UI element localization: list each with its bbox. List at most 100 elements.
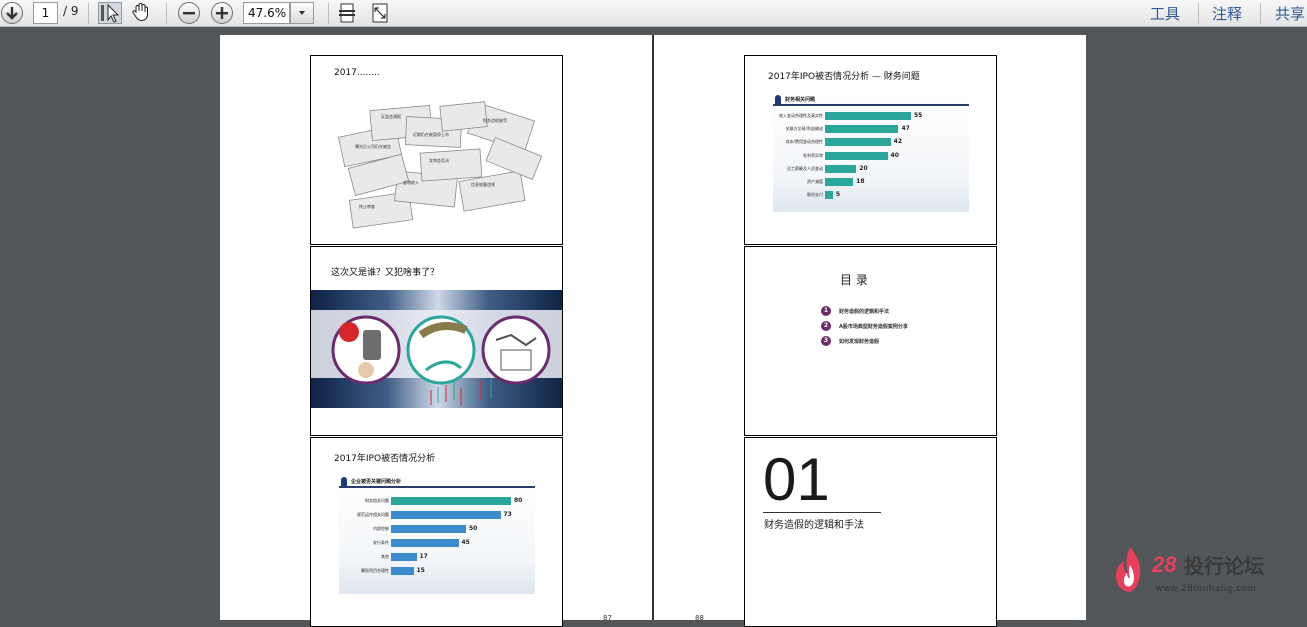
toc-item: A股市场典型财务造假案例分享 <box>839 324 908 330</box>
bar <box>825 112 911 120</box>
chart-title: 企业被否关键问题分析 <box>351 479 402 485</box>
zoom-input[interactable]: 47.6% <box>243 2 290 24</box>
toolbar-divider <box>328 3 329 24</box>
bar-value-label: 42 <box>893 138 903 146</box>
news-snippet: 近期仍在被暂停上市 <box>413 132 449 137</box>
zoom-out-button[interactable] <box>178 2 200 24</box>
person-icon <box>775 95 781 104</box>
newspaper-pile-image <box>338 101 543 229</box>
bar-category-label: 收入变动合理性及真实性 <box>779 113 823 118</box>
slide-title: 这次又是谁？又犯啥事了？ <box>331 268 440 278</box>
brand-url: www.28touhang.com <box>1156 583 1257 593</box>
zoom-in-button[interactable] <box>211 2 233 24</box>
bar <box>391 539 459 547</box>
chart-header: 财务相关问题 <box>773 94 969 106</box>
forum-watermark: 28 投行论坛 www.28touhang.com <box>1112 545 1302 600</box>
hand-tool-button[interactable] <box>130 2 154 24</box>
chart-header: 企业被否关键问题分析 <box>339 476 535 488</box>
bar-value-label: 20 <box>859 164 868 172</box>
bar-value-label: 47 <box>901 125 910 133</box>
bar <box>391 525 466 533</box>
expand-icon <box>372 3 388 23</box>
bar-category-label: 员工薪酬及人员变动 <box>787 165 823 171</box>
hand-icon <box>132 2 148 22</box>
select-tool-button[interactable] <box>98 2 122 24</box>
bar-value-label: 45 <box>461 539 470 546</box>
toc-item: 如何发现财务造假 <box>839 339 880 345</box>
bar-value-label: 50 <box>469 525 478 532</box>
bar-value-label: 5 <box>835 191 840 199</box>
toc-number: 3 <box>821 336 831 346</box>
bar <box>391 511 501 519</box>
news-snippet: 发审会否决 <box>429 158 449 163</box>
slide-who-offended: 这次又是谁？又犯啥事了？ <box>310 246 563 436</box>
slide-contents: 目 录 1 财务造假的逻辑和手法 2 A股市场典型财务造假案例分享 3 如何发现… <box>744 246 997 436</box>
news-snippet: 虚增收入 <box>403 180 419 185</box>
bar-category-label: 财务相关问题 <box>365 498 389 503</box>
bar-value-label: 40 <box>890 151 899 159</box>
menu-tools[interactable]: 工具 <box>1150 3 1180 24</box>
slide-ipo-analysis: 2017年IPO被否情况分析 企业被否关键问题分析 财务相关问题 80 规范运作相关… <box>310 437 563 627</box>
bar-category-label: 股份支付 <box>807 192 823 198</box>
banner-image <box>311 290 562 408</box>
bar <box>391 567 414 575</box>
bar-category-label: 毛利率异常 <box>803 152 823 158</box>
cursor-icon <box>101 3 120 23</box>
slide-section-01: 01 财务造假的逻辑和手法 <box>744 437 997 627</box>
news-snippet: 曝光后公司仍在被告 <box>355 144 391 149</box>
fit-page-icon <box>339 3 355 23</box>
page-total: / 9 <box>63 4 79 18</box>
bar-category-label: 资产减值 <box>807 179 823 184</box>
slide-title: 2017年IPO被否情况分析 — 财务问题 <box>768 72 920 82</box>
bar <box>825 178 854 186</box>
bar <box>825 191 833 200</box>
bar <box>825 164 857 173</box>
section-number: 01 <box>763 446 830 513</box>
news-snippet: 终止审查 <box>359 204 375 209</box>
toolbar-divider <box>166 3 167 24</box>
toc-number: 1 <box>821 306 831 316</box>
bar-category-label: 关联方交易/利益输送 <box>785 126 823 132</box>
bar-category-label: 发行条件 <box>373 540 389 545</box>
page-number-input[interactable]: 1 <box>33 2 58 24</box>
bar <box>391 553 417 561</box>
toolbar-divider <box>1260 3 1261 24</box>
section-rule <box>763 512 881 513</box>
bar-value-label: 15 <box>416 567 425 574</box>
next-page-button[interactable] <box>1 2 23 24</box>
brand-name: 投行论坛 <box>1184 554 1264 578</box>
full-screen-button[interactable] <box>369 2 393 24</box>
page-number-right: 88 <box>695 614 704 622</box>
bar-category-label: 规范运作相关问题 <box>357 512 389 517</box>
bar-category-label: 成本/费用变动合理性 <box>785 139 823 145</box>
bar-category-label: 其他 <box>381 554 389 559</box>
plus-icon <box>216 7 228 19</box>
news-snippet: 证监会通报 <box>381 114 401 119</box>
bar-category-label: 内部控制 <box>373 526 389 531</box>
bar <box>825 125 899 134</box>
person-icon <box>341 477 347 486</box>
minus-icon <box>183 12 195 15</box>
bar <box>825 138 891 147</box>
arrow-down-icon <box>6 7 18 20</box>
menu-share[interactable]: 共享 <box>1275 3 1305 24</box>
bar-value-label: 80 <box>514 497 523 504</box>
slide-title: 2017年IPO被否情况分析 <box>334 454 436 464</box>
zoom-dropdown[interactable] <box>290 2 314 24</box>
toolbar-divider <box>1198 3 1199 24</box>
bar-value-label: 73 <box>503 511 512 518</box>
chevron-down-icon <box>299 11 305 15</box>
bar-category-label: 募投项目合理性 <box>361 568 389 573</box>
news-snippet: 信息披露违规 <box>471 182 495 187</box>
fit-width-button[interactable] <box>336 2 360 24</box>
news-snippet: 财务造假被罚 <box>483 118 507 123</box>
bar-value-label: 17 <box>419 553 428 560</box>
toolbar-divider <box>88 3 89 24</box>
bar <box>825 151 888 160</box>
bar <box>391 497 511 505</box>
flame-logo-icon <box>1115 547 1141 592</box>
toc-item: 财务造假的逻辑和手法 <box>839 309 890 315</box>
section-subtitle: 财务造假的逻辑和手法 <box>764 520 864 531</box>
menu-comment[interactable]: 注释 <box>1212 3 1242 24</box>
cartoon-illustration <box>311 310 562 406</box>
